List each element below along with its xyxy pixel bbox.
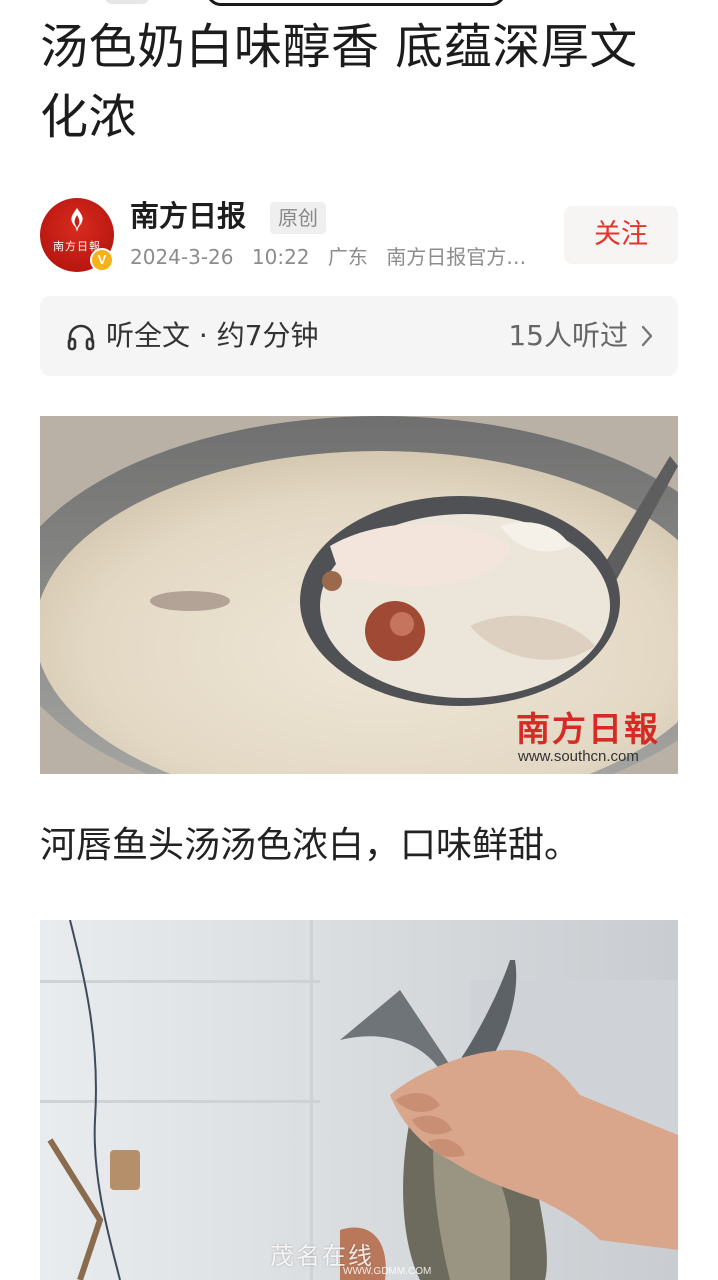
- publish-region: 广东: [327, 245, 368, 269]
- listen-label: 听全文 · 约7分钟: [106, 319, 319, 352]
- fish-photo-illustration: [40, 920, 678, 1280]
- soup-photo[interactable]: 南方日報 www.southcn.com: [40, 416, 678, 774]
- soup-photo-watermark: 南方日報: [516, 710, 660, 750]
- article-page: 汤色奶白味醇香 底蕴深厚文化浓 南方日報 V 南方日报 原创 2024-3-26…: [0, 0, 718, 1280]
- top-partial-element: [105, 0, 149, 4]
- author-name[interactable]: 南方日报: [130, 196, 246, 236]
- soup-photo-watermark-url: www.southcn.com: [518, 748, 639, 765]
- photo-caption: 河唇鱼头汤汤色浓白，口味鲜甜。: [40, 825, 581, 866]
- article-meta: 2024-3-26 10:22 广东 南方日报官方…: [130, 241, 530, 273]
- site-watermark-url: WWW.GDMM.COM: [343, 1266, 432, 1277]
- original-tag: 原创: [270, 202, 326, 234]
- fish-photo[interactable]: [40, 920, 678, 1280]
- verified-badge-icon: V: [90, 248, 114, 272]
- chevron-right-icon: [641, 325, 653, 347]
- listener-count: 15人听过: [508, 319, 628, 352]
- listen-full-text-bar[interactable]: 听全文 · 约7分钟 15人听过: [40, 296, 678, 376]
- flame-logo-icon: [71, 208, 83, 232]
- top-partial-pill[interactable]: [206, 0, 506, 6]
- publish-source: 南方日报官方…: [386, 245, 527, 269]
- publish-date: 2024-3-26: [130, 245, 234, 269]
- follow-button[interactable]: 关注: [564, 206, 678, 264]
- headphones-icon: [67, 324, 95, 351]
- publish-time: 10:22: [251, 245, 310, 269]
- article-title: 汤色奶白味醇香 底蕴深厚文化浓: [40, 19, 638, 145]
